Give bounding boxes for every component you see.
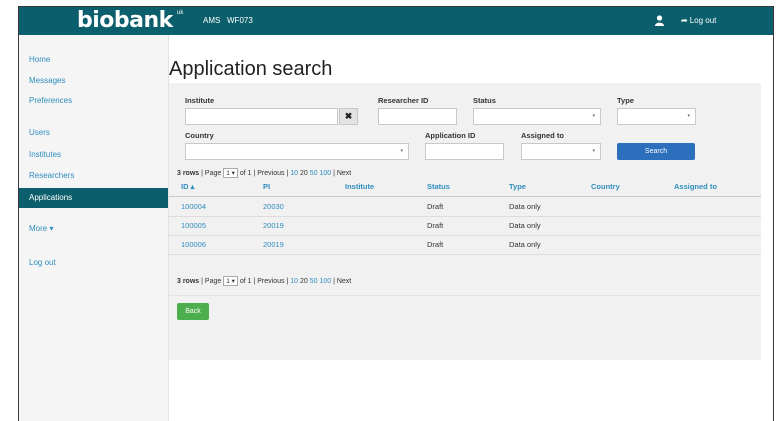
status-select[interactable]: ▾ — [473, 108, 601, 125]
page-select[interactable]: 1 ▾ — [223, 276, 238, 286]
table-cell-id[interactable]: 100004 — [181, 202, 206, 211]
column-header-institute[interactable]: Institute — [345, 182, 374, 191]
close-icon: ✖ — [344, 111, 353, 121]
table-cell-type: Data only — [509, 221, 541, 230]
page-size-10[interactable]: 10 — [290, 170, 298, 177]
next-label[interactable]: | Next — [333, 170, 351, 177]
type-label: Type — [617, 96, 634, 105]
status-label: Status — [473, 96, 496, 105]
clear-institute-button[interactable]: ✖ — [339, 108, 358, 125]
nav-link-wf073[interactable]: WF073 — [227, 16, 253, 25]
sidebar-item-home[interactable]: Home — [19, 51, 168, 69]
page-label: | Page — [201, 170, 222, 177]
institute-label: Institute — [185, 96, 215, 105]
logout-link-top[interactable]: ➦ Log out — [681, 16, 716, 25]
column-header-type[interactable]: Type — [509, 182, 526, 191]
application-id-input[interactable] — [425, 143, 504, 160]
pager-top: 3 rows | Page 1 ▾ of 1 | Previous | 10 2… — [177, 168, 351, 178]
page-size-20[interactable]: 20 — [300, 170, 308, 177]
table-cell-id[interactable]: 100005 — [181, 221, 206, 230]
chevron-down-icon: ▾ — [592, 113, 595, 119]
search-panel: Institute Researcher ID Status Type ✖ ▾ … — [169, 83, 761, 360]
chevron-down-icon: ▾ — [592, 148, 595, 154]
country-select[interactable]: ▾ — [185, 143, 409, 160]
next-label[interactable]: | Next — [333, 278, 351, 285]
table-cell-pi[interactable]: 20030 — [263, 202, 284, 211]
back-button[interactable]: Back — [177, 303, 209, 320]
assigned-to-label: Assigned to — [521, 131, 564, 140]
page-of-label: of 1 | Previous | — [239, 278, 289, 285]
researcher-id-input[interactable] — [378, 108, 457, 125]
table-row-divider — [169, 216, 761, 217]
sign-out-icon: ➦ — [681, 16, 688, 25]
table-cell-status: Draft — [427, 240, 444, 249]
sidebar-item-messages[interactable]: Messages — [19, 72, 168, 90]
column-header-id[interactable]: ID ▴ — [181, 182, 194, 191]
table-cell-status: Draft — [427, 202, 444, 211]
table-row-divider — [169, 235, 761, 236]
sidebar-item-more[interactable]: More ▾ — [19, 220, 168, 238]
chevron-down-icon: ▾ — [687, 113, 690, 119]
nav-link-ams[interactable]: AMS — [203, 16, 220, 25]
biobank-logo[interactable]: biobank — [77, 8, 173, 34]
search-button[interactable]: Search — [617, 143, 695, 160]
chevron-down-icon: ▾ — [400, 148, 403, 154]
institute-input[interactable] — [185, 108, 338, 125]
sidebar-item-preferences[interactable]: Preferences — [19, 92, 168, 110]
logout-label: Log out — [689, 16, 717, 25]
sidebar-item-institutes[interactable]: Institutes — [19, 146, 168, 164]
table-cell-type: Data only — [509, 240, 541, 249]
application-id-label: Application ID — [425, 131, 476, 140]
main-content: Application search Institute Researcher … — [169, 35, 773, 421]
table-cell-status: Draft — [427, 221, 444, 230]
column-header-assigned-to[interactable]: Assigned to — [674, 182, 717, 191]
app-window: biobank uk AMS WF073 ➦ Log out Home Messa… — [18, 6, 774, 421]
table-header-divider — [169, 196, 761, 197]
table-row-divider — [169, 254, 761, 255]
assigned-to-select[interactable]: ▾ — [521, 143, 601, 160]
page-of-label: of 1 | Previous | — [239, 170, 289, 177]
column-header-country[interactable]: Country — [591, 182, 620, 191]
page-select[interactable]: 1 ▾ — [223, 168, 238, 178]
table-cell-pi[interactable]: 20019 — [263, 240, 284, 249]
table-cell-id[interactable]: 100006 — [181, 240, 206, 249]
sidebar: Home Messages Preferences Users Institut… — [19, 35, 169, 421]
sidebar-item-researchers[interactable]: Researchers — [19, 167, 168, 185]
row-count: 3 rows — [177, 170, 200, 177]
pager-bottom: 3 rows | Page 1 ▾ of 1 | Previous | 10 2… — [177, 276, 351, 286]
row-count: 3 rows — [177, 278, 200, 285]
table-cell-pi[interactable]: 20019 — [263, 221, 284, 230]
table-cell-type: Data only — [509, 202, 541, 211]
page-size-50[interactable]: 50 — [310, 170, 318, 177]
researcher-id-label: Researcher ID — [378, 96, 429, 105]
sidebar-item-users[interactable]: Users — [19, 124, 168, 142]
panel-footer-divider — [169, 295, 761, 296]
sidebar-item-applications[interactable]: Applications — [19, 188, 168, 208]
logo-superscript: uk — [177, 10, 184, 16]
page-label: | Page — [201, 278, 222, 285]
page-size-100[interactable]: 100 — [319, 170, 331, 177]
page-size-50[interactable]: 50 — [310, 278, 318, 285]
page-size-100[interactable]: 100 — [319, 278, 331, 285]
country-label: Country — [185, 131, 214, 140]
column-header-pi[interactable]: PI — [263, 182, 270, 191]
page-size-10[interactable]: 10 — [290, 278, 298, 285]
column-header-status[interactable]: Status — [427, 182, 450, 191]
user-icon[interactable] — [655, 15, 664, 26]
page-size-20[interactable]: 20 — [300, 278, 308, 285]
page-title: Application search — [169, 58, 333, 80]
type-select[interactable]: ▾ — [617, 108, 696, 125]
top-navbar: biobank uk AMS WF073 ➦ Log out — [19, 7, 773, 35]
sidebar-item-logout[interactable]: Log out — [19, 254, 168, 272]
